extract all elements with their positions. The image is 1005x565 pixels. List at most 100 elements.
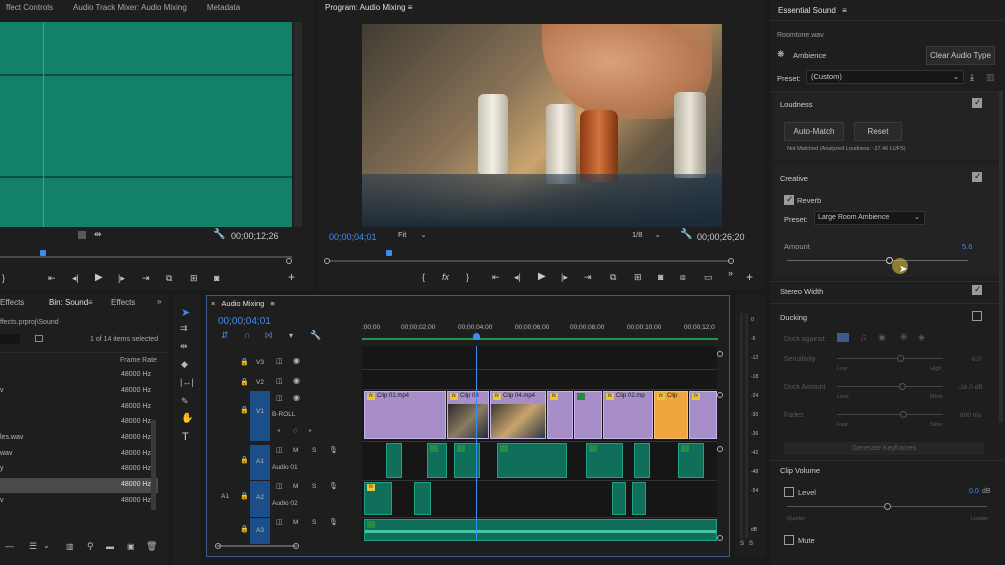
v3-eye-icon[interactable]: ◉: [293, 356, 300, 365]
extract-icon[interactable]: ⊞: [634, 272, 642, 283]
v3-sync-icon[interactable]: ◫: [276, 357, 283, 365]
overwrite-icon[interactable]: ⊞: [190, 273, 198, 284]
hscroll-left-handle[interactable]: [215, 543, 221, 549]
time-ruler[interactable]: :00;00 00;00;02;00 00;00;04;00 00;00;06;…: [362, 322, 718, 340]
program-timecode[interactable]: 00;00;04;01: [329, 232, 377, 242]
a2-lock-icon[interactable]: 🔒: [240, 492, 249, 500]
reset-button[interactable]: Reset: [854, 122, 902, 141]
mute-checkbox[interactable]: [784, 535, 794, 545]
slip-tool-icon[interactable]: |↔|: [180, 377, 194, 387]
chevron-down-icon[interactable]: ⌄: [43, 541, 50, 550]
bin-row-4[interactable]: les.wav 48000 Hz: [0, 431, 158, 446]
ambience-type-icon[interactable]: ❋: [900, 332, 908, 343]
wrench-icon[interactable]: 🔧: [680, 229, 692, 240]
audio-clip[interactable]: fx: [364, 482, 392, 515]
a1-solo-button[interactable]: S: [312, 447, 316, 454]
reverb-preset-dropdown[interactable]: Large Room Ambience ⌄: [814, 211, 925, 225]
hand-tool-icon[interactable]: ✋: [181, 413, 193, 424]
bin-row-3[interactable]: 48000 Hz: [0, 415, 158, 430]
program-scrubber[interactable]: [330, 260, 730, 262]
v1-source-patch[interactable]: [250, 391, 270, 441]
razor-tool-icon[interactable]: ◆: [181, 359, 188, 370]
sort-icon[interactable]: ☰: [29, 541, 37, 552]
mark-out-icon[interactable]: }: [2, 273, 5, 283]
v2-lock-icon[interactable]: 🔒: [240, 378, 249, 386]
video-clip[interactable]: fx Clip 03: [447, 391, 489, 439]
creative-checkbox[interactable]: [972, 171, 982, 182]
meter-solo-left[interactable]: S: [740, 541, 744, 547]
program-playhead[interactable]: [386, 250, 392, 256]
fit-dropdown[interactable]: Fit ⌄: [398, 230, 438, 242]
a1-lock-icon[interactable]: 🔒: [240, 456, 249, 464]
audio-clip[interactable]: .: [427, 443, 447, 478]
mark-in-icon[interactable]: {: [422, 272, 425, 282]
timeline-hscroll[interactable]: [215, 543, 299, 549]
panel-menu-icon[interactable]: ≡: [270, 299, 274, 308]
tab-metadata[interactable]: Metadata: [207, 3, 240, 12]
other-type-icon[interactable]: ◈: [918, 332, 925, 343]
bin-row-8[interactable]: v 48000 Hz: [0, 494, 158, 509]
hscroll-right-handle[interactable]: [293, 543, 299, 549]
reverb-checkbox[interactable]: [784, 194, 794, 205]
audio-clip[interactable]: [386, 443, 402, 478]
scroll-handle-bottom[interactable]: [717, 535, 723, 541]
save-preset-icon[interactable]: ⤓: [970, 72, 974, 83]
type-tool-icon[interactable]: T: [182, 431, 189, 443]
video-clip[interactable]: fx: [689, 391, 717, 439]
find-icon[interactable]: ⚲: [87, 541, 94, 552]
tab-effects-left[interactable]: Effects: [0, 298, 24, 307]
go-to-in-icon[interactable]: ⇤: [492, 272, 500, 283]
program-video-frame[interactable]: [362, 24, 722, 227]
duck-amount-thumb[interactable]: [899, 383, 906, 390]
v1-lock-icon[interactable]: 🔒: [240, 406, 249, 414]
bin-row-5[interactable]: wav 48000 Hz: [0, 447, 158, 462]
program-scrub-end[interactable]: [728, 258, 734, 264]
level-thumb[interactable]: [884, 503, 891, 510]
tab-bin-sound[interactable]: Bin: Sound: [49, 298, 88, 307]
lift-icon[interactable]: ⧉: [610, 272, 616, 283]
bin-row-2[interactable]: 48000 Hz: [0, 400, 158, 415]
automate-icon[interactable]: ▥: [66, 542, 74, 551]
step-forward-icon[interactable]: |▸: [118, 273, 125, 284]
step-forward-icon[interactable]: |▸: [561, 272, 568, 283]
v1-keyframe-next-icon[interactable]: ▸: [309, 427, 312, 434]
a3-mute-button[interactable]: M: [293, 519, 298, 526]
video-clip[interactable]: fx Clip 02.mp: [603, 391, 653, 439]
sensitivity-track[interactable]: [837, 358, 943, 359]
dialogue-icon[interactable]: [837, 333, 849, 342]
camera-icon[interactable]: ◙: [658, 272, 663, 282]
timeline-vscroll[interactable]: [717, 351, 723, 541]
ripple-edit-tool-icon[interactable]: ⇹: [180, 341, 188, 352]
generate-keyframes-button[interactable]: Generate Keyframes: [784, 442, 984, 455]
bin-scrollbar[interactable]: [151, 420, 156, 510]
trash-icon[interactable]: 🗑: [146, 541, 157, 552]
source-playhead[interactable]: [40, 250, 46, 256]
level-value[interactable]: 0.0: [969, 488, 979, 495]
preset-dropdown[interactable]: (Custom) ⌄: [806, 70, 964, 84]
selection-tool-icon[interactable]: ➤: [181, 306, 190, 319]
wrench-icon[interactable]: 🔧: [213, 229, 225, 240]
go-to-out-icon[interactable]: ⇥: [584, 272, 592, 283]
audio-clip[interactable]: [634, 443, 650, 478]
pen-tool-icon[interactable]: ✎: [181, 396, 189, 407]
play-icon[interactable]: ▶: [538, 271, 546, 282]
fades-track[interactable]: [837, 414, 943, 415]
work-area-bar[interactable]: [362, 338, 718, 340]
v1-eye-icon[interactable]: ◉: [293, 393, 300, 402]
clip-area[interactable]: fx Clip 01.mp4 fx Clip 03 fx Clip 04.mp4 fx…: [362, 346, 717, 541]
close-icon[interactable]: ×: [211, 299, 215, 308]
compare-icon[interactable]: ⧈: [680, 272, 686, 283]
waveform-view[interactable]: [0, 22, 292, 227]
settings-square-icon[interactable]: [78, 231, 86, 239]
a1-mic-icon[interactable]: 🎙: [329, 446, 338, 454]
a2-mute-button[interactable]: M: [293, 483, 298, 490]
new-bin-icon[interactable]: ▬: [106, 542, 114, 551]
fades-thumb[interactable]: [900, 411, 907, 418]
a2-mic-icon[interactable]: 🎙: [329, 482, 338, 490]
bin-search-input[interactable]: [0, 334, 20, 344]
delete-preset-icon[interactable]: ▥: [986, 72, 995, 83]
drag-arrows-icon[interactable]: ⇹: [94, 229, 102, 240]
go-to-in-icon[interactable]: ⇤: [48, 273, 56, 284]
audio-clip-roomtone[interactable]: .: [364, 519, 717, 541]
bin-row-1[interactable]: v 48000 Hz: [0, 384, 158, 399]
